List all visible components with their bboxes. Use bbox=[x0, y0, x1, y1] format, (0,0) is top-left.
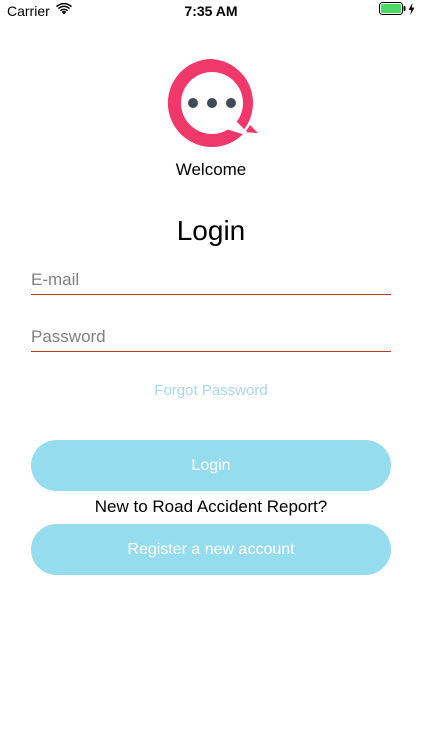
status-time: 7:35 AM bbox=[184, 3, 238, 19]
page-title: Login bbox=[176, 215, 246, 246]
email-field[interactable] bbox=[31, 265, 391, 295]
email-input[interactable] bbox=[31, 265, 391, 294]
status-bar: Carrier 7:35 AM bbox=[0, 0, 422, 22]
password-input[interactable] bbox=[31, 322, 391, 351]
login-button[interactable]: Login bbox=[31, 440, 391, 491]
new-user-prompt: New to Road Accident Report? bbox=[94, 497, 328, 516]
battery-icon bbox=[379, 2, 406, 20]
battery-indicator bbox=[379, 2, 415, 20]
password-field[interactable] bbox=[31, 322, 391, 352]
welcome-text: Welcome bbox=[175, 160, 247, 179]
login-screen: Carrier 7:35 AM Welcome Login E-mail For… bbox=[0, 0, 422, 750]
forgot-password-link[interactable]: Forgot Password bbox=[0, 382, 422, 399]
register-button[interactable]: Register a new account bbox=[31, 524, 391, 575]
charging-bolt-icon bbox=[408, 2, 415, 20]
chat-bubble-icon bbox=[164, 55, 260, 151]
